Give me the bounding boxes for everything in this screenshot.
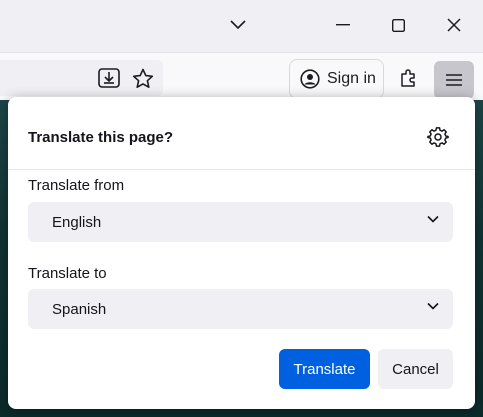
chevron-down-icon — [427, 302, 439, 310]
hamburger-menu-icon — [446, 74, 462, 86]
star-icon — [132, 68, 154, 88]
chevron-down-icon — [230, 20, 246, 30]
translate-from-select[interactable]: English — [28, 202, 453, 242]
application-menu-button[interactable] — [434, 61, 474, 99]
gear-icon — [427, 127, 449, 147]
translate-settings-button[interactable] — [425, 124, 451, 150]
sign-in-button[interactable]: Sign in — [289, 59, 384, 99]
popup-title: Translate this page? — [28, 129, 174, 146]
translate-to-value: Spanish — [52, 300, 107, 318]
list-all-tabs-button[interactable] — [218, 7, 258, 43]
translate-to-label: Translate to — [28, 265, 107, 282]
download-icon — [98, 68, 120, 88]
puzzle-icon — [401, 69, 415, 87]
sign-in-label: Sign in — [327, 70, 376, 87]
navigation-toolbar: Sign in — [0, 52, 483, 100]
chevron-down-icon — [427, 215, 439, 223]
close-icon — [447, 18, 461, 32]
translate-to-select[interactable]: Spanish — [28, 289, 453, 329]
minimize-icon — [336, 24, 350, 26]
translate-from-label: Translate from — [28, 177, 125, 194]
translate-from-value: English — [52, 213, 102, 231]
downloads-button[interactable] — [94, 63, 124, 93]
account-icon — [300, 69, 320, 89]
translate-popup: Translate this page? Translate from Engl… — [8, 97, 475, 409]
maximize-icon — [391, 18, 405, 32]
extensions-button[interactable] — [394, 63, 424, 93]
bookmark-button[interactable] — [128, 63, 158, 93]
title-bar — [0, 0, 483, 52]
translate-button[interactable]: Translate — [279, 349, 370, 389]
popup-divider — [8, 169, 475, 170]
minimize-button[interactable] — [323, 7, 363, 43]
cancel-button[interactable]: Cancel — [378, 349, 453, 389]
close-window-button[interactable] — [434, 7, 474, 43]
maximize-button[interactable] — [378, 7, 418, 43]
